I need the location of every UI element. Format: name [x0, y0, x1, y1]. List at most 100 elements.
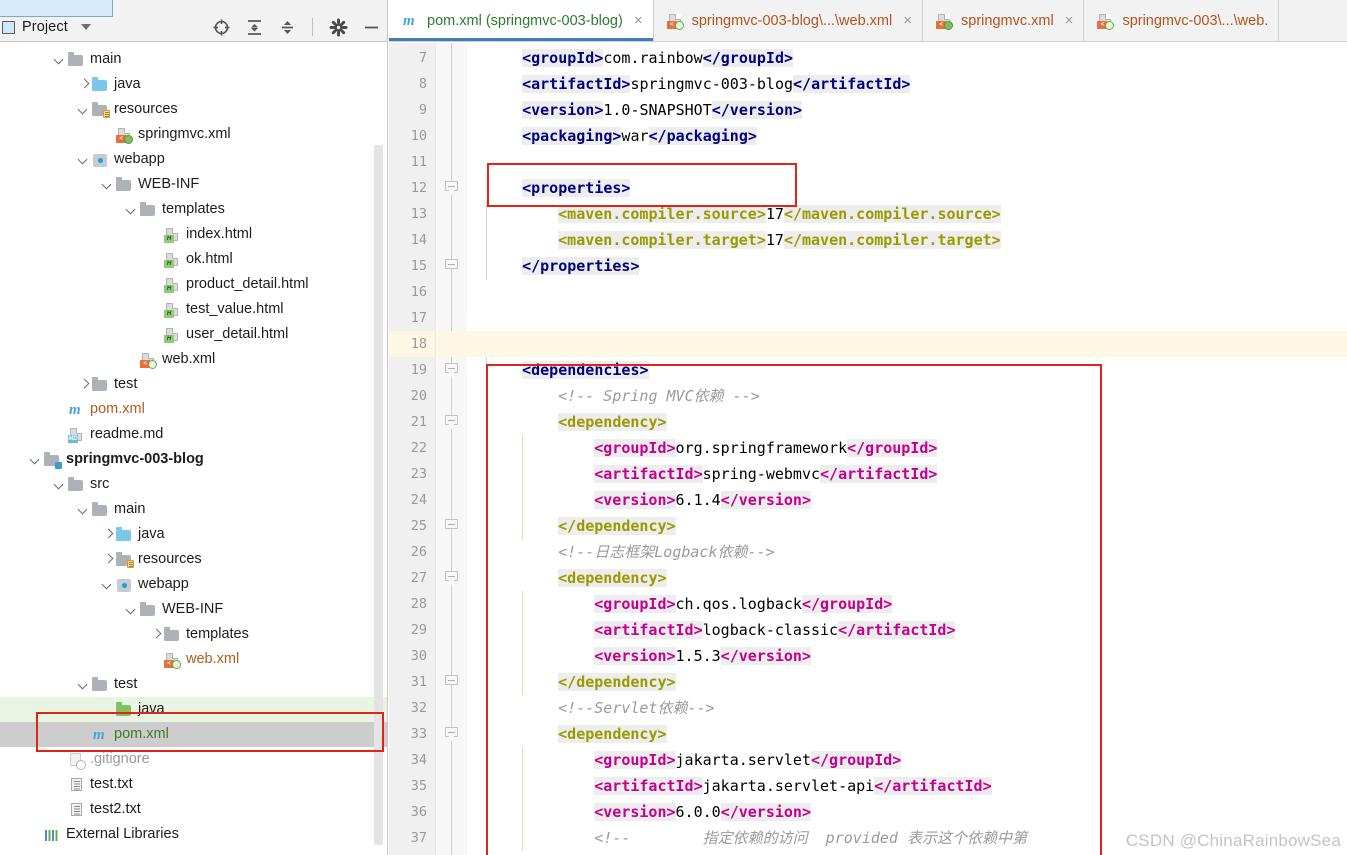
code-line[interactable]: <dependency> [558, 565, 666, 591]
tree-item-index-html[interactable]: Hindex.html [0, 222, 387, 247]
code-folding-gutter[interactable] [437, 43, 467, 855]
code-line[interactable]: <artifactId>jakarta.servlet-api</artifac… [594, 773, 991, 799]
tree-item-test-value-html[interactable]: Htest_value.html [0, 297, 387, 322]
tree-item-src[interactable]: src [0, 472, 387, 497]
close-icon[interactable]: × [1065, 13, 1074, 28]
tree-item-external-libraries[interactable]: External Libraries [0, 822, 387, 847]
code-line[interactable]: <groupId>jakarta.servlet</groupId> [594, 747, 901, 773]
chevron-right-icon[interactable] [76, 77, 92, 93]
tree-item-webapp[interactable]: webapp [0, 572, 387, 597]
chevron-down-icon[interactable] [100, 577, 116, 593]
chevron-down-icon[interactable] [81, 24, 91, 30]
project-tree[interactable]: mainjavaresources<springmvc.xmlwebappWEB… [0, 43, 387, 855]
collapse-all-icon[interactable] [277, 17, 297, 37]
chevron-down-icon[interactable] [76, 102, 92, 118]
chevron-down-icon[interactable] [100, 177, 116, 193]
settings-gear-icon[interactable] [328, 17, 348, 37]
tree-item-gitignore[interactable]: .gitignore [0, 747, 387, 772]
code-line[interactable]: <!-- Spring MVC依赖 --> [558, 383, 760, 409]
fold-close-marker[interactable] [445, 675, 459, 689]
close-icon[interactable]: × [634, 13, 643, 28]
chevron-down-icon[interactable] [124, 202, 140, 218]
code-line[interactable]: <groupId>org.springframework</groupId> [594, 435, 937, 461]
tree-item-resources[interactable]: resources [0, 547, 387, 572]
tree-item-web-xml[interactable]: <web.xml [0, 647, 387, 672]
tree-item-test[interactable]: test [0, 672, 387, 697]
code-text-area[interactable]: <groupId>com.rainbow</groupId><artifactI… [467, 43, 1347, 855]
code-line[interactable]: <dependency> [558, 409, 666, 435]
tree-item-test[interactable]: test [0, 372, 387, 397]
fold-close-marker[interactable] [445, 259, 459, 273]
chevron-down-icon[interactable] [28, 452, 44, 468]
code-line[interactable]: <version>1.5.3</version> [594, 643, 811, 669]
tree-item-java[interactable]: java [0, 72, 387, 97]
code-line[interactable]: </properties> [522, 253, 639, 279]
code-line[interactable]: <artifactId>logback-classic</artifactId> [594, 617, 955, 643]
tree-item-web-inf[interactable]: WEB-INF [0, 597, 387, 622]
tree-item-templates[interactable]: templates [0, 622, 387, 647]
fold-open-marker[interactable] [445, 363, 459, 377]
tree-item-springmvc-xml[interactable]: <springmvc.xml [0, 122, 387, 147]
fold-open-marker[interactable] [445, 571, 459, 585]
code-line[interactable]: <version>6.0.0</version> [594, 799, 811, 825]
tree-item-readme-md[interactable]: MDreadme.md [0, 422, 387, 447]
minimize-panel-icon[interactable] [361, 17, 381, 37]
tree-item-test-txt[interactable]: test.txt [0, 772, 387, 797]
chevron-down-icon[interactable] [124, 602, 140, 618]
code-line[interactable]: </dependency> [558, 669, 675, 695]
tree-item-web-xml[interactable]: <web.xml [0, 347, 387, 372]
tree-item-resources[interactable]: resources [0, 97, 387, 122]
editor-tab-3[interactable]: <springmvc-003\...\web. [1084, 0, 1279, 41]
fold-close-marker[interactable] [445, 519, 459, 533]
code-line[interactable]: <dependencies> [522, 357, 648, 383]
chevron-down-icon[interactable] [76, 502, 92, 518]
tree-item-product-detail-html[interactable]: Hproduct_detail.html [0, 272, 387, 297]
tree-item-main[interactable]: main [0, 47, 387, 72]
tree-item-pom-xml[interactable]: mpom.xml [0, 397, 387, 422]
partial-background-tab[interactable] [0, 0, 113, 17]
code-line[interactable]: </dependency> [558, 513, 675, 539]
tree-item-springmvc-003-blog[interactable]: springmvc-003-blog [0, 447, 387, 472]
tree-item-java[interactable]: java [0, 697, 387, 722]
code-line[interactable]: <!--Servlet依赖--> [558, 695, 714, 721]
chevron-down-icon[interactable] [52, 52, 68, 68]
code-editor[interactable]: 7891011121314151617181920212223242526272… [389, 43, 1347, 855]
close-icon[interactable]: × [903, 13, 912, 28]
code-line[interactable]: <groupId>com.rainbow</groupId> [522, 45, 793, 71]
fold-open-marker[interactable] [445, 181, 459, 195]
editor-tab-1[interactable]: <springmvc-003-blog\...\web.xml× [654, 0, 923, 41]
chevron-right-icon[interactable] [76, 377, 92, 393]
expand-all-icon[interactable] [244, 17, 264, 37]
code-line[interactable]: <!--日志框架Logback依赖--> [558, 539, 774, 565]
chevron-down-icon[interactable] [76, 677, 92, 693]
code-line[interactable]: <groupId>ch.qos.logback</groupId> [594, 591, 892, 617]
fold-open-marker[interactable] [445, 415, 459, 429]
chevron-down-icon[interactable] [76, 152, 92, 168]
editor-tab-0[interactable]: mpom.xml (springmvc-003-blog)× [389, 0, 654, 41]
tree-item-main[interactable]: main [0, 497, 387, 522]
tree-item-webapp[interactable]: webapp [0, 147, 387, 172]
tree-item-user-detail-html[interactable]: Huser_detail.html [0, 322, 387, 347]
code-line[interactable]: <packaging>war</packaging> [522, 123, 757, 149]
code-line[interactable]: <version>6.1.4</version> [594, 487, 811, 513]
chevron-down-icon[interactable] [52, 477, 68, 493]
tree-item-web-inf[interactable]: WEB-INF [0, 172, 387, 197]
code-line[interactable]: <artifactId>spring-webmvc</artifactId> [594, 461, 937, 487]
code-line[interactable]: <maven.compiler.source>17</maven.compile… [558, 201, 1001, 227]
tree-item-ok-html[interactable]: Hok.html [0, 247, 387, 272]
locate-in-tree-icon[interactable] [211, 17, 231, 37]
fold-open-marker[interactable] [445, 727, 459, 741]
code-line[interactable]: <version>1.0-SNAPSHOT</version> [522, 97, 802, 123]
chevron-right-icon[interactable] [148, 627, 164, 643]
code-line[interactable]: <properties> [522, 175, 630, 201]
project-panel-scrollbar[interactable] [374, 145, 383, 845]
tree-item-templates[interactable]: templates [0, 197, 387, 222]
tree-item-pom-xml[interactable]: mpom.xml [0, 722, 387, 747]
code-line[interactable]: <dependency> [558, 721, 666, 747]
chevron-right-icon[interactable] [100, 527, 116, 543]
chevron-right-icon[interactable] [100, 552, 116, 568]
tree-item-test2-txt[interactable]: test2.txt [0, 797, 387, 822]
editor-tab-2[interactable]: <springmvc.xml× [923, 0, 1084, 41]
code-line[interactable]: <artifactId>springmvc-003-blog</artifact… [522, 71, 910, 97]
code-line[interactable]: <maven.compiler.target>17</maven.compile… [558, 227, 1001, 253]
